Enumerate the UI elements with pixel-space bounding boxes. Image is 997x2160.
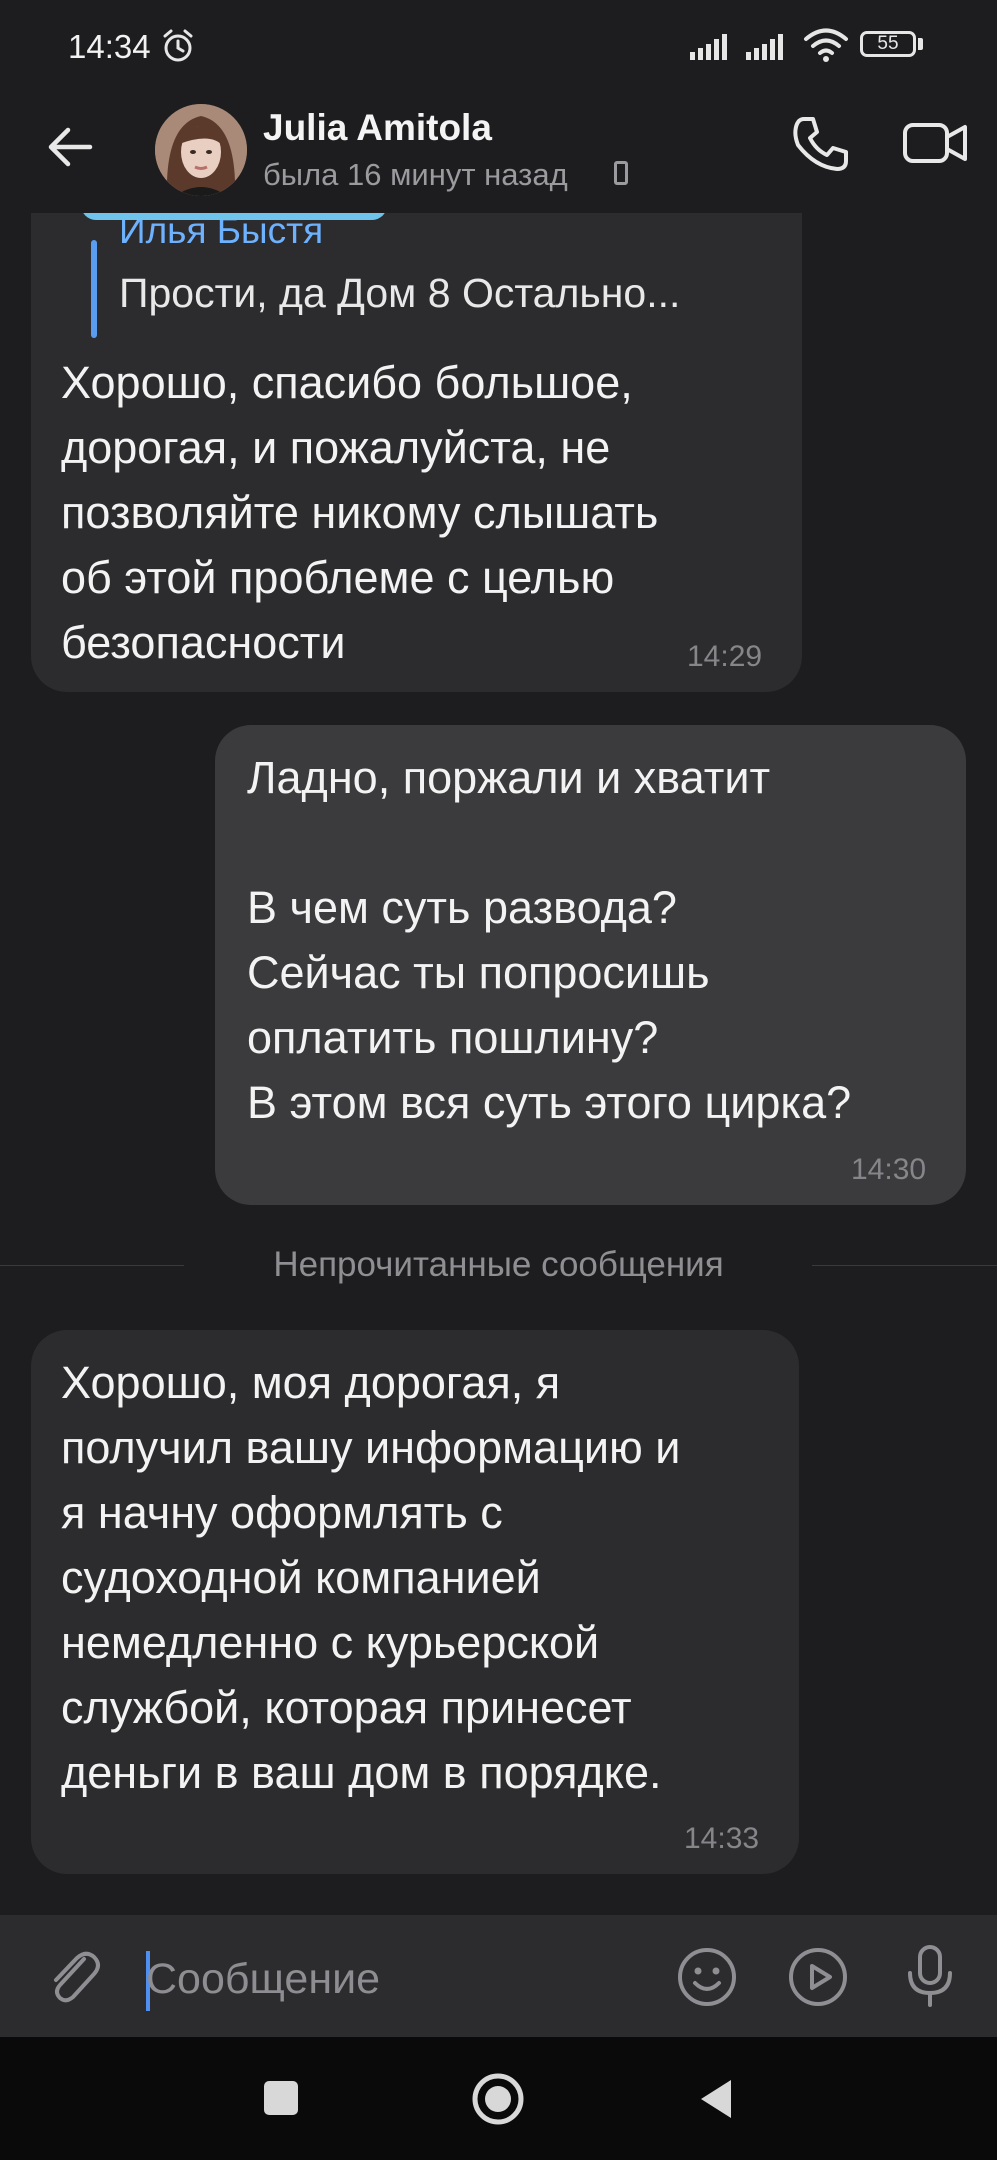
system-navigation-bar bbox=[0, 2037, 997, 2160]
message-text: Хорошо, спасибо большое, дорогая, и пожа… bbox=[61, 357, 659, 668]
message-bubble-incoming[interactable]: Хорошо, моя дорогая, я получил вашу инфо… bbox=[31, 1330, 799, 1874]
status-time: 14:34 bbox=[68, 28, 151, 65]
battery-cap bbox=[918, 38, 923, 50]
video-camera-icon[interactable] bbox=[902, 117, 970, 169]
contact-name[interactable]: Julia Amitola bbox=[263, 107, 492, 149]
message-time: 14:29 bbox=[687, 640, 763, 673]
attach-icon[interactable] bbox=[44, 1945, 104, 2009]
avatar-photo bbox=[155, 104, 247, 196]
home-icon[interactable] bbox=[471, 2072, 525, 2126]
message-input[interactable] bbox=[146, 1949, 646, 2009]
sticker-play-icon[interactable] bbox=[786, 1945, 850, 2009]
message-bubble-outgoing[interactable]: Ладно, поржали и хватит В чем суть разво… bbox=[215, 725, 966, 1205]
phone-icon[interactable] bbox=[790, 113, 852, 175]
message-text: Хорошо, моя дорогая, я получил вашу инфо… bbox=[61, 1357, 681, 1798]
recent-apps-icon[interactable] bbox=[262, 2079, 300, 2117]
message-time: 14:33 bbox=[684, 1822, 760, 1855]
message-bubble-incoming[interactable]: Илья Быстя Прости, да Дом 8 Остально... … bbox=[31, 170, 802, 692]
divider-line bbox=[812, 1265, 997, 1266]
microphone-icon[interactable] bbox=[902, 1943, 958, 2009]
message-time: 14:30 bbox=[851, 1153, 927, 1186]
wifi-icon bbox=[804, 28, 848, 62]
avatar[interactable] bbox=[155, 104, 247, 196]
mobile-device-icon bbox=[614, 161, 628, 185]
nav-back-icon[interactable] bbox=[697, 2077, 735, 2121]
signal-icon bbox=[746, 34, 783, 60]
message-composer bbox=[0, 1915, 997, 2037]
alarm-icon bbox=[163, 29, 193, 62]
reply-quote-bar bbox=[91, 240, 97, 338]
reply-quote-text[interactable]: Прости, да Дом 8 Остально... bbox=[119, 270, 680, 317]
chat-header: Julia Amitola была 16 минут назад bbox=[0, 95, 997, 213]
status-bar: 14:34 55 bbox=[0, 0, 997, 95]
signal-icon bbox=[690, 34, 727, 60]
unread-divider: Непрочитанные сообщения bbox=[0, 1241, 997, 1291]
back-arrow-icon[interactable] bbox=[44, 121, 96, 173]
battery-icon: 55 bbox=[860, 31, 916, 57]
battery-level: 55 bbox=[877, 33, 899, 54]
message-text: Ладно, поржали и хватит В чем суть разво… bbox=[247, 752, 852, 1128]
last-seen-status: была 16 минут назад bbox=[263, 157, 568, 192]
emoji-icon[interactable] bbox=[675, 1945, 739, 2009]
